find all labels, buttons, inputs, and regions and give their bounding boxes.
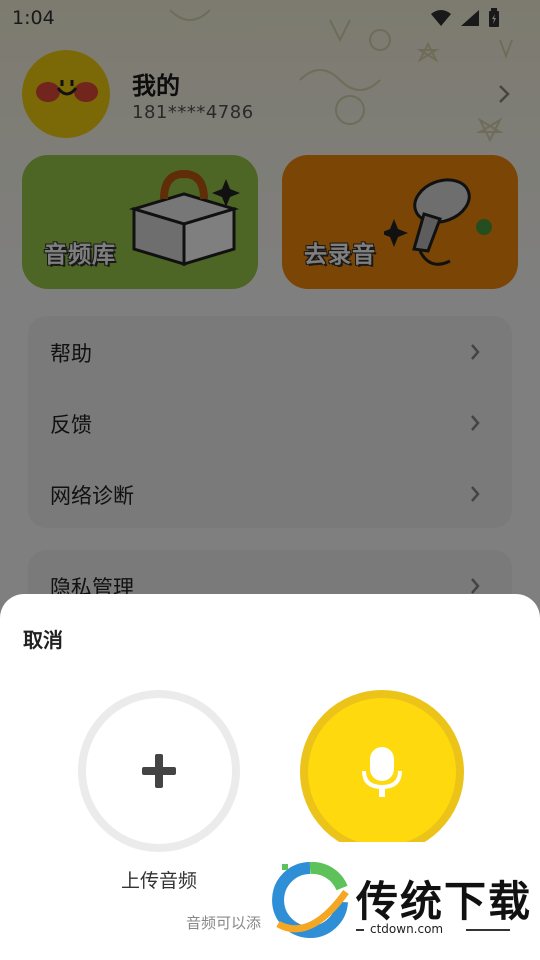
ctdown-logo-icon	[272, 862, 349, 938]
microphone-icon	[362, 747, 402, 797]
watermark-url: ctdown.com	[364, 922, 450, 936]
hint-text: 音频可以添	[186, 914, 262, 932]
upload-audio-button[interactable]	[78, 690, 240, 852]
cancel-button[interactable]: 取消	[23, 624, 63, 653]
plus-icon	[142, 754, 176, 788]
watermark: 传统下载 ctdown.com	[268, 842, 540, 960]
record-button[interactable]	[300, 690, 464, 854]
upload-audio-label: 上传音频	[120, 870, 197, 892]
watermark-brand: 传统下载	[356, 877, 533, 926]
watermark-rule-right	[466, 929, 510, 931]
